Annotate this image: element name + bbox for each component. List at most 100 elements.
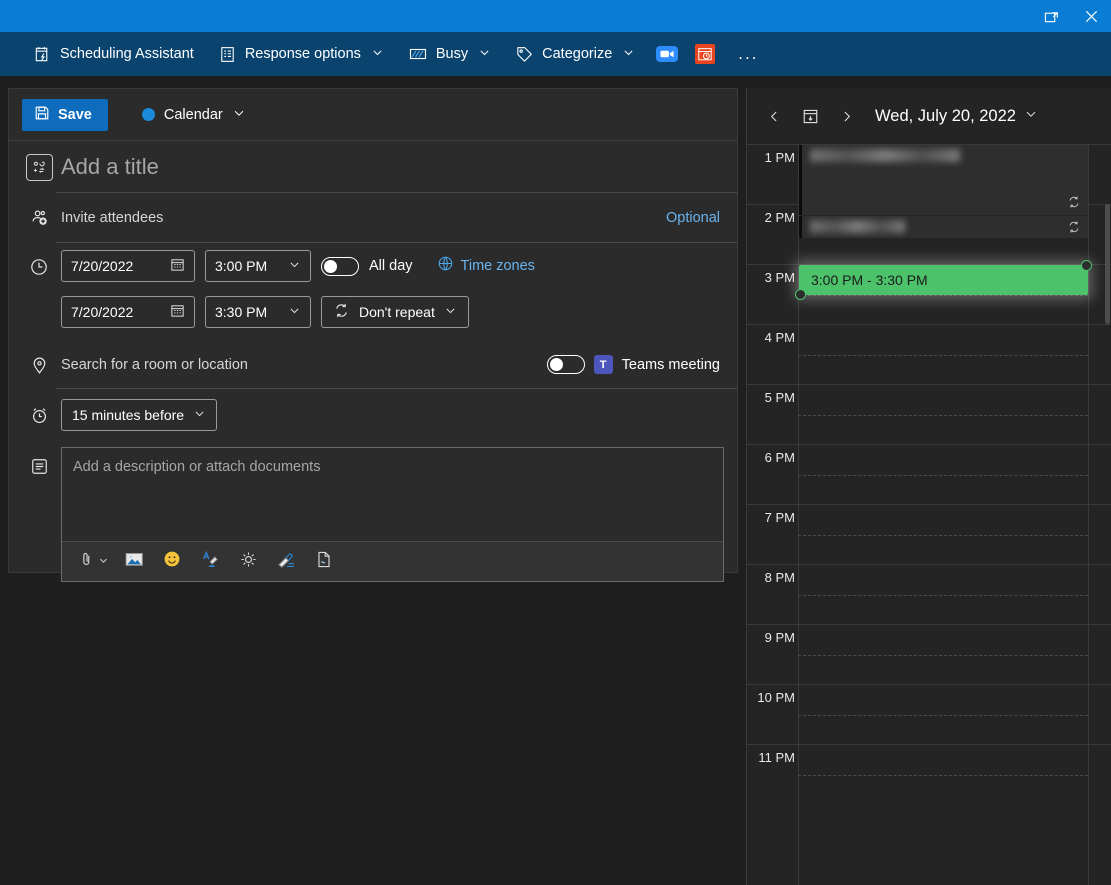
draw-pen-button[interactable] — [273, 548, 299, 576]
chevron-down-icon — [1024, 107, 1038, 126]
toggle-knob — [324, 260, 337, 273]
description-textarea[interactable] — [62, 448, 723, 541]
end-date-field[interactable]: 7/20/2022 — [61, 296, 195, 328]
insert-picture-button[interactable] — [121, 548, 147, 576]
immersive-reader-icon — [239, 550, 258, 574]
title-input[interactable] — [56, 154, 724, 180]
optional-attendees-link[interactable]: Optional — [666, 210, 737, 226]
response-options-icon — [218, 45, 237, 64]
teams-meeting-label: Teams meeting — [622, 357, 720, 373]
emoji-icon — [163, 550, 181, 573]
hour-row[interactable]: 4 PM — [747, 324, 1111, 384]
hour-label: 2 PM — [747, 210, 795, 225]
half-hour-line — [798, 295, 1088, 296]
calendar-color-dot — [142, 108, 155, 121]
all-day-label: All day — [369, 258, 413, 274]
emoji-button[interactable] — [159, 548, 185, 576]
day-grid[interactable]: 1 PM2 PM3 PM4 PM5 PM6 PM7 PM8 PM9 PM10 P… — [747, 144, 1111, 885]
half-hour-line — [798, 415, 1088, 416]
categorize-tag-icon — [515, 45, 534, 64]
previous-day-button[interactable] — [761, 103, 787, 129]
hour-label: 11 PM — [747, 750, 795, 765]
save-button[interactable]: Save — [22, 99, 108, 131]
busy-status-icon — [408, 44, 428, 64]
description-icon — [22, 447, 56, 582]
end-date-value: 7/20/2022 — [71, 304, 133, 320]
hour-label: 5 PM — [747, 390, 795, 405]
attach-file-button[interactable] — [78, 548, 109, 576]
repeat-field[interactable]: Don't repeat — [321, 296, 469, 328]
hour-label: 1 PM — [747, 150, 795, 165]
recurring-icon — [1067, 220, 1081, 237]
hour-row[interactable]: 10 PM — [747, 684, 1111, 744]
close-window-button[interactable] — [1071, 0, 1111, 32]
description-block — [9, 441, 737, 582]
time-zones-link[interactable]: Time zones — [461, 258, 535, 274]
findtime-button[interactable] — [688, 38, 722, 70]
resize-handle-bottom[interactable] — [795, 289, 806, 300]
hour-row[interactable]: 9 PM — [747, 624, 1111, 684]
save-label: Save — [58, 107, 92, 123]
response-options-button[interactable]: Response options — [209, 38, 393, 70]
scheduling-assistant-button[interactable]: Scheduling Assistant — [24, 38, 203, 70]
hour-row[interactable]: 6 PM — [747, 444, 1111, 504]
restore-window-button[interactable] — [1031, 0, 1071, 32]
start-date-field[interactable]: 7/20/2022 — [61, 250, 195, 282]
datetime-block: 7/20/2022 3:00 PM All day — [9, 243, 737, 341]
existing-event-2[interactable] — [799, 216, 1088, 238]
attendees-input[interactable] — [56, 210, 666, 226]
calendar-date-picker[interactable]: Wed, July 20, 2022 — [875, 107, 1038, 126]
calendar-selector-label: Calendar — [164, 107, 223, 123]
hour-label: 7 PM — [747, 510, 795, 525]
busy-status-label: Busy — [436, 46, 468, 62]
calendar-selector[interactable]: Calendar — [142, 106, 246, 124]
scheduling-assistant-label: Scheduling Assistant — [60, 46, 194, 62]
clock-icon — [22, 243, 56, 341]
busy-status-button[interactable]: Busy — [399, 38, 500, 70]
categorize-button[interactable]: Categorize — [506, 38, 644, 70]
calendar-icon — [170, 303, 185, 321]
ribbon-overflow-button[interactable]: ... — [726, 44, 770, 64]
next-day-button[interactable] — [833, 103, 859, 129]
half-hour-line — [798, 535, 1088, 536]
hour-label: 8 PM — [747, 570, 795, 585]
location-input[interactable] — [56, 357, 547, 373]
repeat-value: Don't repeat — [359, 304, 435, 320]
hour-label: 6 PM — [747, 450, 795, 465]
reminder-field[interactable]: 15 minutes before — [61, 399, 217, 431]
new-event-time-label: 3:00 PM - 3:30 PM — [811, 272, 928, 288]
hour-row[interactable]: 5 PM — [747, 384, 1111, 444]
chevron-down-icon — [288, 258, 301, 274]
half-hour-line — [798, 595, 1088, 596]
video-camera-icon — [656, 46, 678, 62]
zoom-meeting-button[interactable] — [650, 38, 684, 70]
attach-file-icon — [78, 551, 95, 573]
start-time-field[interactable]: 3:00 PM — [205, 250, 311, 282]
chevron-down-icon — [478, 46, 491, 63]
end-time-field[interactable]: 3:30 PM — [205, 296, 311, 328]
hour-row[interactable]: 11 PM — [747, 744, 1111, 804]
hour-label: 4 PM — [747, 330, 795, 345]
reminder-row: 15 minutes before — [9, 389, 737, 441]
half-hour-line — [798, 715, 1088, 716]
calendar-peek-header: Wed, July 20, 2022 — [747, 88, 1111, 144]
start-date-value: 7/20/2022 — [71, 258, 133, 274]
new-event-block[interactable]: 3:00 PM - 3:30 PM — [799, 265, 1088, 295]
recurring-icon — [1067, 195, 1081, 212]
today-button[interactable] — [797, 103, 823, 129]
teams-meeting-toggle[interactable] — [547, 355, 585, 374]
all-day-toggle[interactable] — [321, 257, 359, 276]
immersive-reader-button[interactable] — [235, 548, 261, 576]
calendar-icon — [170, 257, 185, 275]
hour-row[interactable]: 8 PM — [747, 564, 1111, 624]
hour-row[interactable]: 7 PM — [747, 504, 1111, 564]
insert-signature-button[interactable] — [311, 548, 337, 576]
text-highlight-button[interactable] — [197, 548, 223, 576]
resize-handle-top[interactable] — [1081, 260, 1092, 271]
calendar-scrollbar[interactable] — [1105, 204, 1110, 324]
existing-event-1[interactable] — [799, 145, 1088, 215]
text-highlight-icon — [201, 550, 220, 574]
start-datetime-row: 7/20/2022 3:00 PM All day — [56, 243, 737, 289]
half-hour-line — [798, 775, 1088, 776]
insert-picture-icon — [125, 551, 144, 573]
